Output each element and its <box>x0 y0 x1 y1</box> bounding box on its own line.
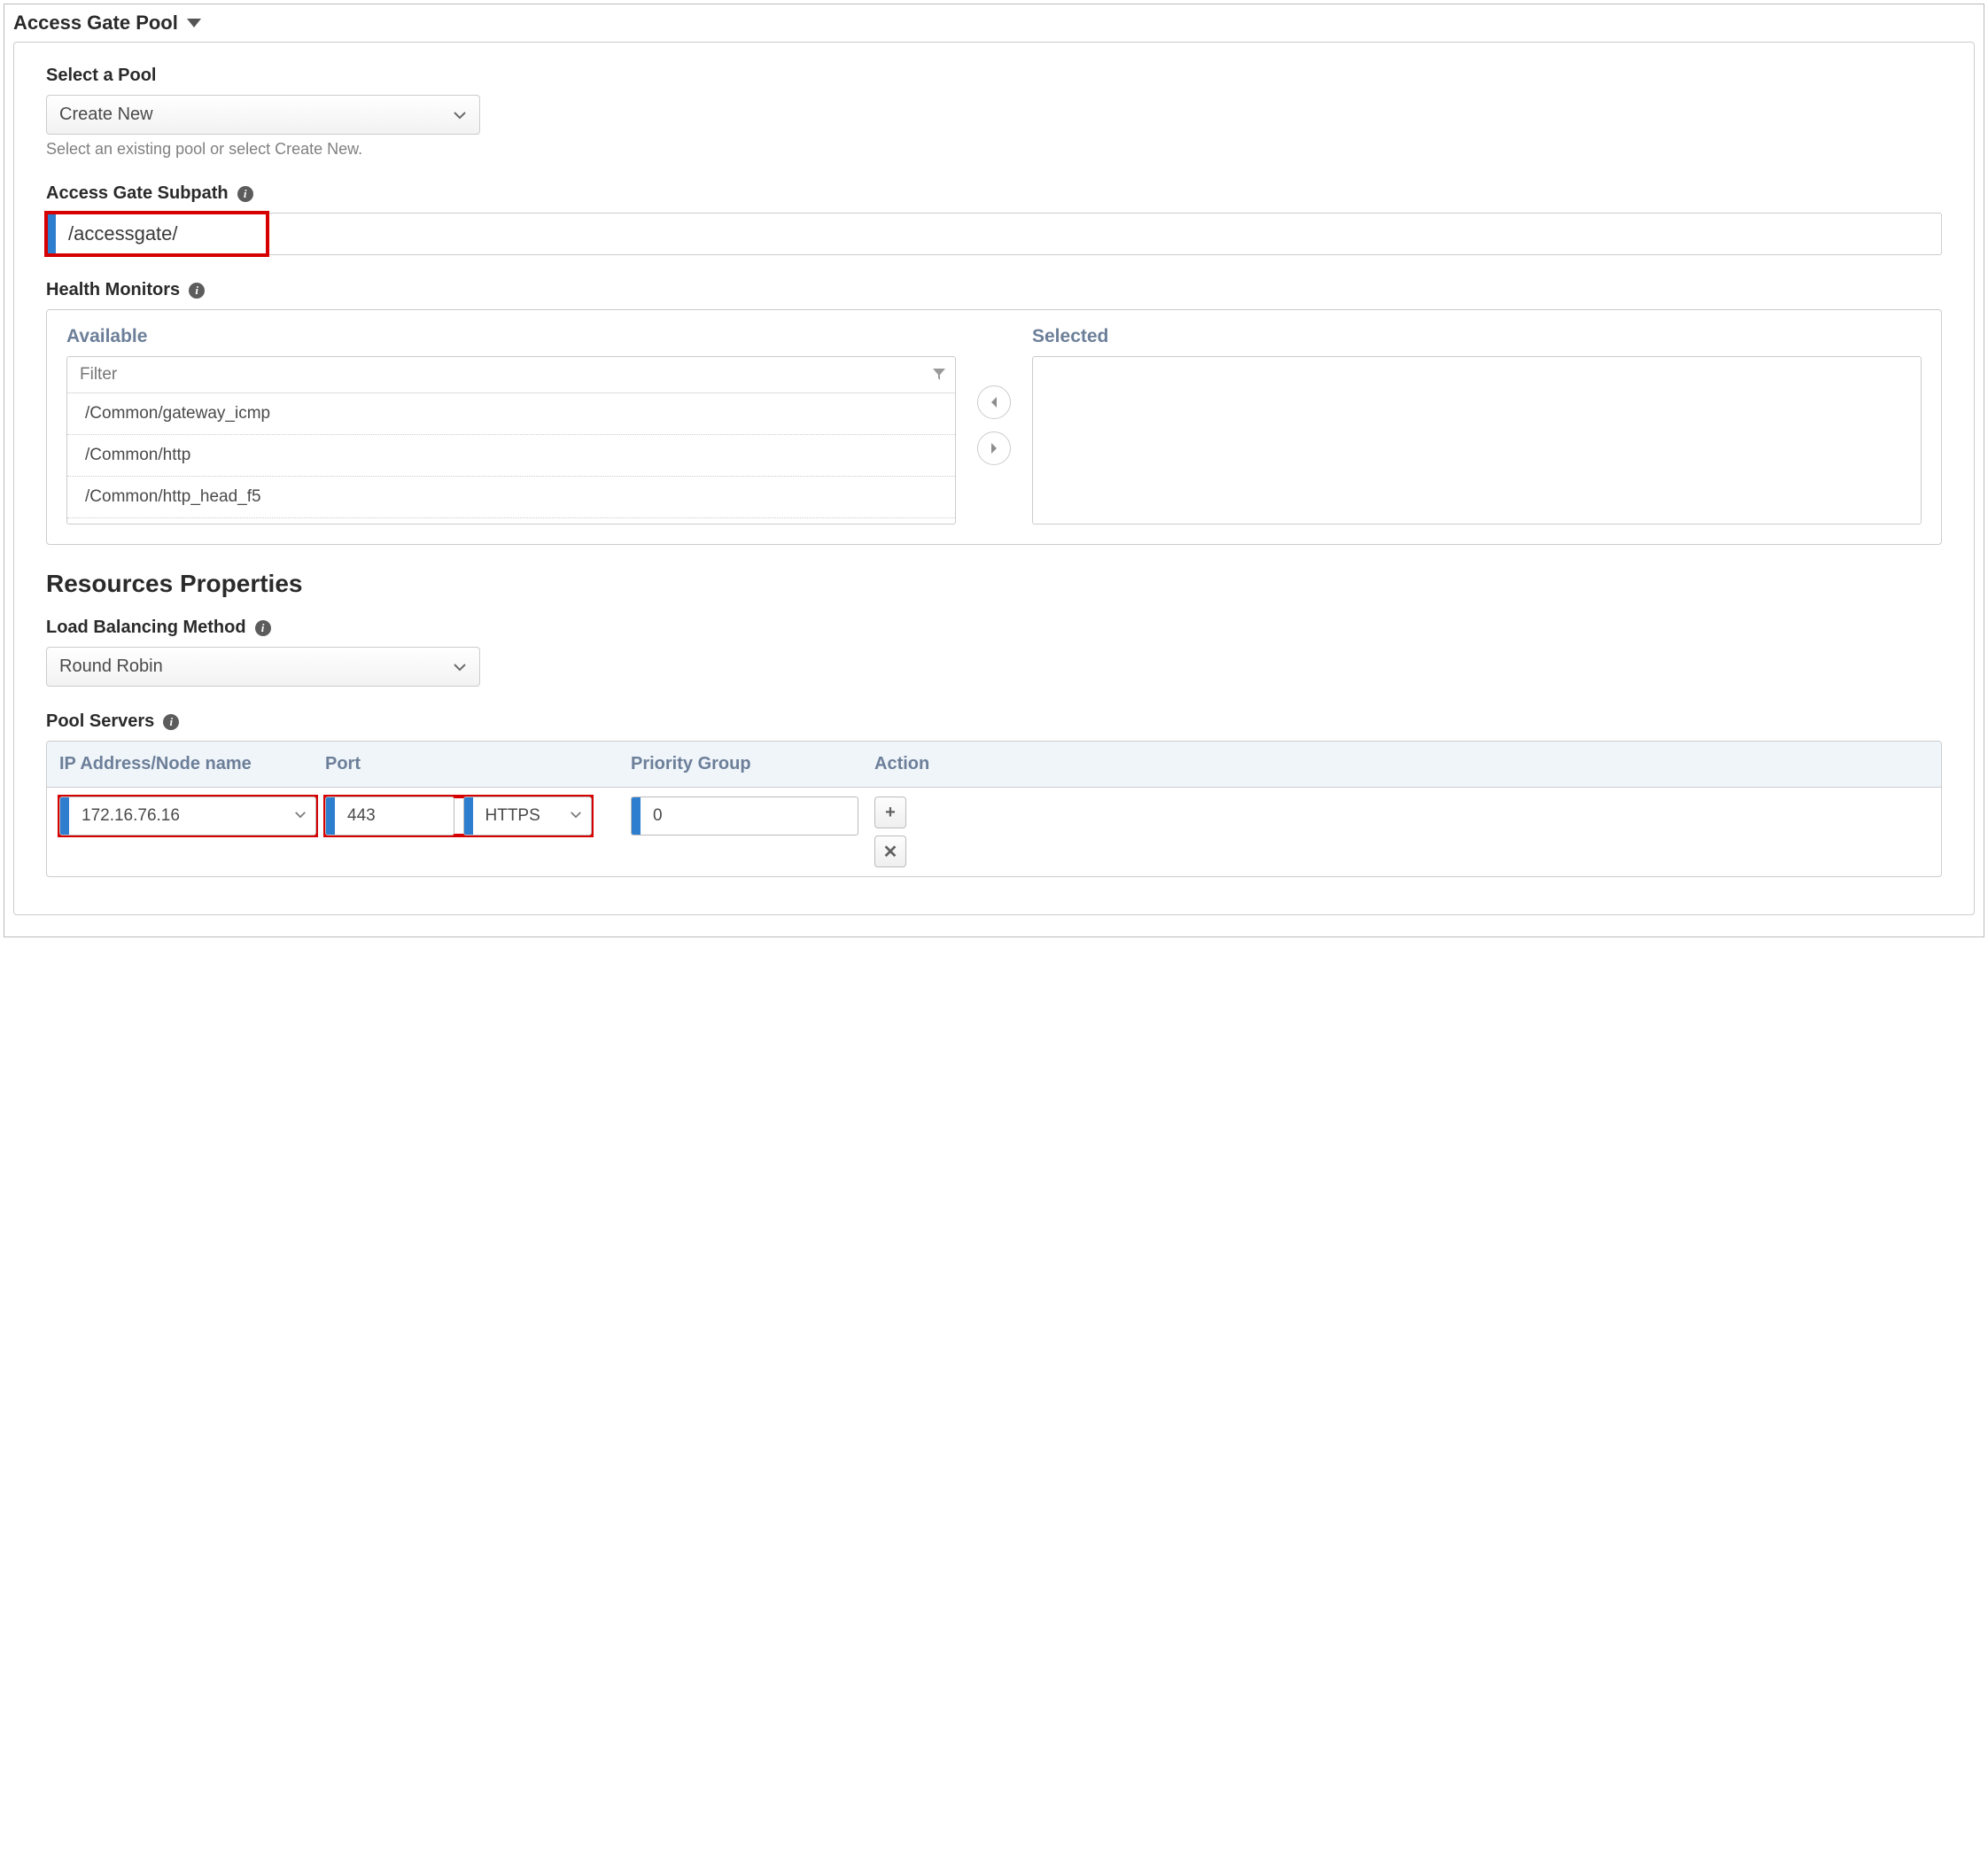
table-header: IP Address/Node name Port Priority Group… <box>47 742 1941 788</box>
list-item[interactable]: /Common/http <box>67 435 955 477</box>
required-bar-icon <box>632 797 641 835</box>
resources-title: Resources Properties <box>46 570 1942 598</box>
cell-action: + ✕ <box>874 797 1929 867</box>
subpath-label-text: Access Gate Subpath <box>46 183 229 204</box>
pool-servers-label: Pool Servers i <box>46 711 1942 732</box>
info-icon[interactable]: i <box>237 186 253 202</box>
subpath-block: Access Gate Subpath i <box>46 183 1942 255</box>
info-icon[interactable]: i <box>255 620 271 636</box>
priority-input-wrap <box>631 797 858 835</box>
move-left-button[interactable] <box>977 385 1011 419</box>
cell-priority <box>631 797 874 835</box>
health-monitors-block: Health Monitors i Available /Comm <box>46 280 1942 545</box>
outer-panel: Access Gate Pool Select a Pool Create Ne… <box>4 4 1984 937</box>
cell-ip <box>59 797 325 835</box>
required-bar-icon <box>326 797 335 835</box>
close-icon: ✕ <box>883 841 898 863</box>
chevron-down-icon <box>294 809 307 824</box>
required-bar-icon <box>47 214 56 254</box>
col-action: Action <box>874 754 1929 774</box>
available-label: Available <box>66 326 956 347</box>
pool-servers-table: IP Address/Node name Port Priority Group… <box>46 741 1942 877</box>
select-pool-label: Select a Pool <box>46 66 1942 86</box>
section-title-text: Access Gate Pool <box>13 12 178 35</box>
chevron-down-icon <box>570 809 582 824</box>
filter-icon[interactable] <box>932 367 946 384</box>
col-port: Port <box>325 754 631 774</box>
selected-listbox[interactable] <box>1032 356 1922 525</box>
selected-label: Selected <box>1032 326 1922 347</box>
section-header[interactable]: Access Gate Pool <box>13 12 1975 35</box>
subpath-highlight <box>46 213 268 255</box>
ip-combo[interactable] <box>59 797 316 835</box>
lb-label-text: Load Balancing Method <box>46 618 246 638</box>
add-row-button[interactable]: + <box>874 797 906 828</box>
select-pool-dropdown[interactable]: Create New <box>46 95 480 135</box>
dual-list-panel: Available /Common/gateway_icmp /Common/h… <box>46 309 1942 545</box>
remove-row-button[interactable]: ✕ <box>874 835 906 867</box>
selected-column: Selected <box>1032 326 1922 525</box>
move-right-button[interactable] <box>977 431 1011 465</box>
priority-input[interactable] <box>641 797 858 835</box>
list-item[interactable]: . <box>67 518 955 524</box>
table-row: HTTPS <box>47 788 1941 876</box>
lb-block: Load Balancing Method i Round Robin <box>46 618 1942 687</box>
cell-port: HTTPS <box>325 797 631 835</box>
lb-value: Round Robin <box>59 657 163 677</box>
pool-servers-label-text: Pool Servers <box>46 711 154 732</box>
col-priority: Priority Group <box>631 754 874 774</box>
health-monitors-label: Health Monitors i <box>46 280 1942 300</box>
subpath-input[interactable] <box>56 214 268 254</box>
lb-dropdown[interactable]: Round Robin <box>46 647 480 687</box>
subpath-input-remainder[interactable] <box>268 213 1942 255</box>
list-item[interactable]: /Common/gateway_icmp <box>67 393 955 435</box>
caret-down-icon <box>187 19 201 27</box>
port-number-input[interactable] <box>335 797 454 835</box>
transfer-buttons <box>977 385 1011 465</box>
available-filter-input[interactable] <box>78 364 944 385</box>
info-icon[interactable]: i <box>189 283 205 299</box>
subpath-label: Access Gate Subpath i <box>46 183 1942 204</box>
port-protocol-dropdown[interactable]: HTTPS <box>463 797 593 835</box>
subpath-input-row <box>46 213 1942 255</box>
list-item[interactable]: /Common/http_head_f5 <box>67 477 955 518</box>
available-items[interactable]: /Common/gateway_icmp /Common/http /Commo… <box>67 393 955 524</box>
available-filter-row <box>67 357 955 393</box>
lb-label: Load Balancing Method i <box>46 618 1942 638</box>
info-icon[interactable]: i <box>163 714 179 730</box>
config-panel: Select a Pool Create New Select an exist… <box>13 42 1975 915</box>
required-bar-icon <box>60 797 69 835</box>
health-monitors-label-text: Health Monitors <box>46 280 180 300</box>
select-pool-value: Create New <box>59 105 153 125</box>
ip-input[interactable] <box>69 797 315 835</box>
port-number-input-wrap <box>325 797 454 835</box>
available-listbox: /Common/gateway_icmp /Common/http /Commo… <box>66 356 956 525</box>
pool-servers-block: Pool Servers i IP Address/Node name Port… <box>46 711 1942 877</box>
required-bar-icon <box>464 797 473 835</box>
chevron-down-icon <box>453 108 467 122</box>
col-ip: IP Address/Node name <box>59 754 325 774</box>
available-column: Available /Common/gateway_icmp /Common/h… <box>66 326 956 525</box>
select-pool-block: Select a Pool Create New Select an exist… <box>46 66 1942 159</box>
plus-icon: + <box>885 803 896 823</box>
chevron-down-icon <box>453 660 467 674</box>
select-pool-help: Select an existing pool or select Create… <box>46 140 1942 159</box>
